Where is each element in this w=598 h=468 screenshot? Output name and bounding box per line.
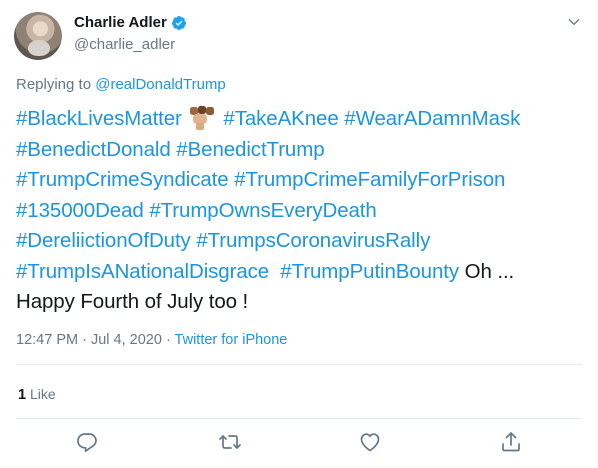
chevron-down-icon[interactable] [566,14,582,30]
replying-to: Replying to @realDonaldTrump [16,76,226,93]
hashtag-link[interactable]: #WearADamnMask [344,107,520,130]
tweet-meta: 12:47 PM · Jul 4, 2020 · Twitter for iPh… [16,332,287,348]
display-name[interactable]: Charlie Adler [74,14,167,31]
like-count-label: Like [29,386,56,402]
verified-badge-icon [171,15,186,30]
hashtag-link[interactable]: #TrumpPutinBounty [280,260,459,283]
avatar[interactable] [14,12,62,60]
retweet-icon[interactable] [218,430,242,454]
hashtag-link[interactable]: #TrumpCrimeFamilyForPrison [234,168,505,191]
tweet-line: #BlackLivesMatter #TakeAKnee #WearADamnM… [16,104,586,135]
meta-separator: · [78,332,91,348]
hashtag-link[interactable]: #TrumpCrimeSyndicate [16,168,229,191]
divider [16,364,582,365]
hashtag-link[interactable]: #135000Dead [16,199,144,222]
reply-mention-link[interactable]: @realDonaldTrump [95,76,226,93]
tweet-date[interactable]: Jul 4, 2020 [91,332,162,348]
hashtag-link[interactable]: #TrumpsCoronavirusRally [196,229,430,252]
tweet-source-link[interactable]: Twitter for iPhone [175,332,288,348]
share-icon[interactable] [499,430,523,454]
hashtag-link[interactable]: #TrumpIsANationalDisgrace [16,260,269,283]
tweet-line: #TrumpIsANationalDisgrace #TrumpPutinBou… [16,257,586,288]
hashtag-link[interactable]: #BenedictTrump [176,138,324,161]
tweet-line: #BenedictDonald #BenedictTrump [16,135,586,166]
raised-fists-emoji [189,106,214,130]
tweet-line: #TrumpCrimeSyndicate #TrumpCrimeFamilyFo… [16,165,586,196]
heart-icon[interactable] [358,430,382,454]
tweet-line: #DereliictionOfDuty #TrumpsCoronavirusRa… [16,226,586,257]
hashtag-link[interactable]: #TakeAKnee [223,107,338,130]
tweet-line: Happy Fourth of July too ! [16,287,586,318]
tweet-time[interactable]: 12:47 PM [16,332,78,348]
meta-separator: · [161,332,175,348]
hashtag-link[interactable]: #DereliictionOfDuty [16,229,191,252]
author-name-row[interactable]: Charlie Adler [74,14,187,31]
tweet-text: #BlackLivesMatter #TakeAKnee #WearADamnM… [16,104,586,318]
hashtag-link[interactable]: #TrumpOwnsEveryDeath [149,199,376,222]
hashtag-link[interactable]: #BlackLivesMatter [16,107,182,130]
action-bar [0,430,598,458]
tweet-plain-text: Oh ... [464,259,515,283]
hashtag-link[interactable]: #BenedictDonald [16,138,171,161]
like-count[interactable]: 1 Like [18,386,56,403]
author-handle[interactable]: @charlie_adler [74,36,175,53]
reply-icon[interactable] [75,430,99,454]
tweet-line: #135000Dead #TrumpOwnsEveryDeath [16,196,586,227]
replying-to-label: Replying to [16,76,96,93]
tweet-plain-text: Happy Fourth of July too ! [16,290,249,313]
like-count-number: 1 [18,387,27,403]
divider [16,418,582,419]
